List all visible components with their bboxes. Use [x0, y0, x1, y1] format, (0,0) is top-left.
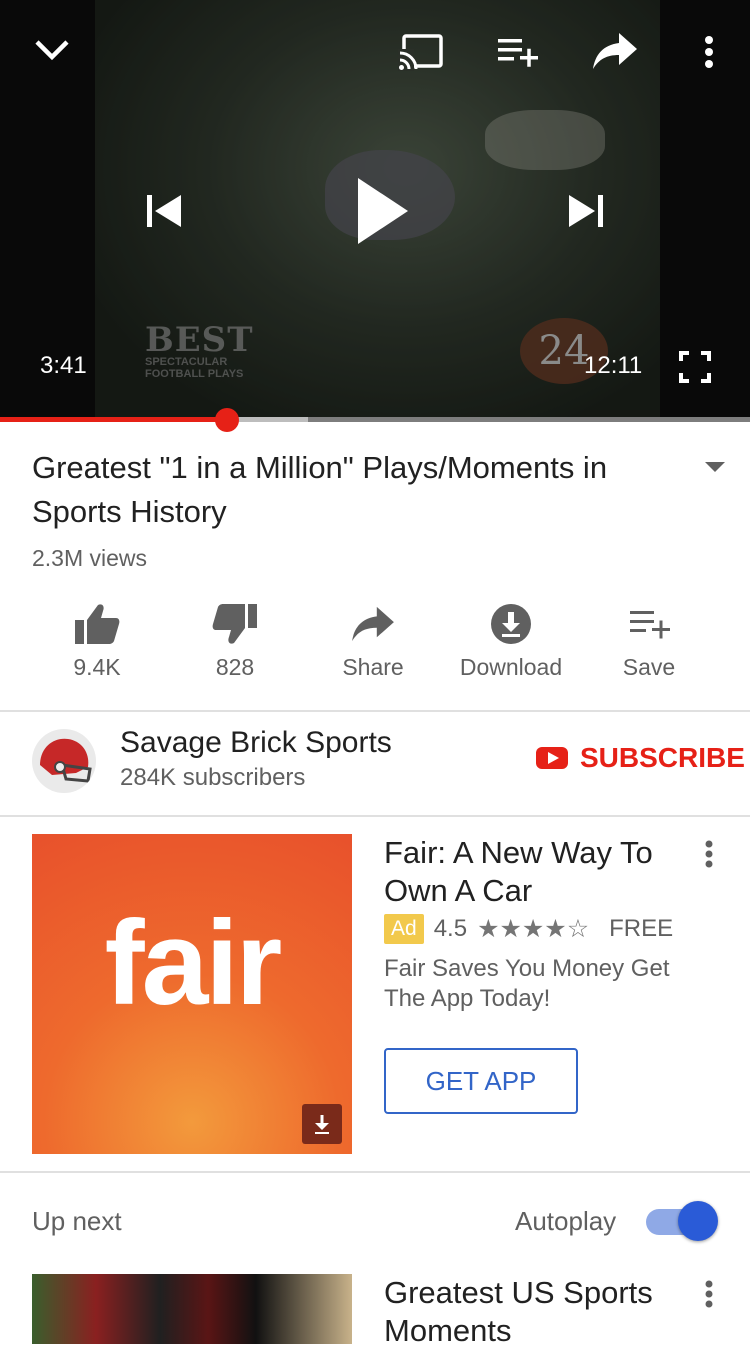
channel-name[interactable]: Savage Brick Sports: [120, 726, 392, 760]
ad-logo: fair: [104, 896, 283, 1030]
autoplay-label: Autoplay: [515, 1206, 617, 1236]
action-bar: 9.4K 828 Share Download Save: [28, 596, 718, 681]
current-time: 3:41: [40, 352, 87, 379]
star-rating-icon: ★★★★☆: [477, 915, 590, 943]
add-to-playlist-icon[interactable]: [494, 32, 540, 72]
previous-icon[interactable]: [140, 188, 186, 234]
more-vertical-icon[interactable]: [704, 840, 714, 868]
more-vertical-icon[interactable]: [704, 1280, 714, 1308]
play-icon[interactable]: [350, 172, 414, 250]
next-icon[interactable]: [564, 188, 610, 234]
dislike-button[interactable]: 828: [166, 596, 304, 681]
ad-meta: Ad 4.5 ★★★★☆ FREE: [384, 914, 673, 944]
cast-icon[interactable]: [396, 30, 446, 74]
divider: [0, 1171, 750, 1173]
video-player[interactable]: BEST SPECTACULAR FOOTBALL PLAYS 24 3:41 …: [0, 0, 750, 420]
thumbs-down-icon: [212, 596, 258, 652]
expand-description-icon[interactable]: [704, 460, 726, 474]
fullscreen-icon[interactable]: [676, 348, 714, 386]
channel-avatar[interactable]: [32, 729, 96, 793]
ad-rating: 4.5: [433, 915, 468, 942]
duration: 12:11: [584, 352, 643, 379]
more-vertical-icon[interactable]: [694, 32, 724, 72]
ad-description: Fair Saves You Money Get The App Today!: [384, 955, 670, 1012]
download-icon: [490, 596, 532, 652]
ad-price: FREE: [609, 915, 674, 942]
seek-bar[interactable]: [0, 408, 750, 432]
share-icon: [350, 596, 396, 652]
ad-image[interactable]: fair: [32, 834, 352, 1154]
video-title[interactable]: Greatest "1 in a Million" Plays/Moments …: [32, 446, 672, 534]
collapse-chevron-icon[interactable]: [30, 28, 74, 72]
download-button[interactable]: Download: [442, 596, 580, 681]
view-count: 2.3M views: [32, 545, 148, 571]
download-icon: [302, 1104, 342, 1144]
autoplay-toggle[interactable]: [646, 1201, 718, 1241]
playlist-add-icon: [628, 596, 670, 652]
share-button[interactable]: Share: [304, 596, 442, 681]
share-icon[interactable]: [590, 28, 640, 74]
like-button[interactable]: 9.4K: [28, 596, 166, 681]
get-app-button[interactable]: GET APP: [384, 1048, 578, 1114]
save-button[interactable]: Save: [580, 596, 718, 681]
ad-badge: Ad: [384, 914, 424, 944]
seek-handle[interactable]: [214, 408, 239, 432]
played-bar: [0, 417, 227, 422]
divider: [0, 815, 750, 817]
subscriber-count: 284K subscribers: [120, 764, 306, 791]
ad-title[interactable]: Fair: A New Way To Own A Car: [384, 834, 684, 910]
up-next-label: Up next: [32, 1206, 122, 1236]
youtube-logo-icon: [536, 747, 568, 769]
thumbs-up-icon: [74, 596, 120, 652]
subscribe-button[interactable]: SUBSCRIBE: [536, 742, 745, 774]
divider: [0, 710, 750, 712]
helmet-icon: [40, 738, 92, 783]
next-video-title[interactable]: Greatest US Sports Moments: [384, 1274, 684, 1350]
